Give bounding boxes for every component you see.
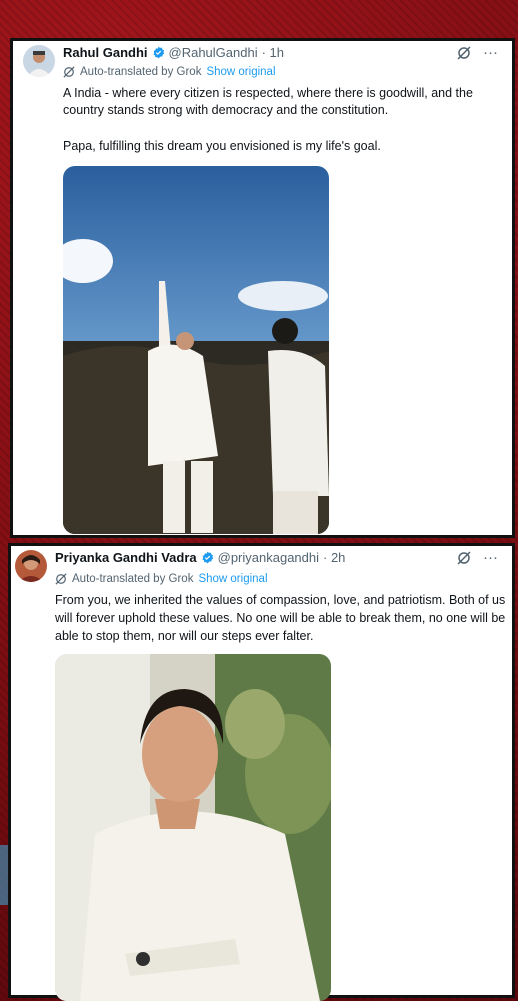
show-original-link[interactable]: Show original [206,66,275,78]
grok-icon[interactable] [457,45,471,60]
handle[interactable]: @priyankagandhi [218,550,319,565]
avatar[interactable] [15,550,47,582]
verified-badge-icon [202,551,213,564]
display-name[interactable]: Rahul Gandhi [63,45,148,60]
auto-translated-label: Auto-translated by Grok [72,573,194,585]
tweet-photo[interactable] [55,654,331,1001]
tweet-card-rahul[interactable]: Rahul Gandhi @RahulGandhi · 1h ··· Auto-… [10,38,515,538]
tweet-text-2: Papa, fulfilling this dream you envision… [63,139,381,153]
display-name[interactable]: Priyanka Gandhi Vadra [55,550,197,565]
more-icon[interactable]: ··· [483,44,498,61]
show-original-link[interactable]: Show original [198,573,267,585]
handle[interactable]: @RahulGandhi [169,45,258,60]
tweet-photo[interactable] [63,166,329,534]
tweet-card-priyanka[interactable]: Priyanka Gandhi Vadra @priyankagandhi · … [8,543,515,1001]
timestamp[interactable]: · 2h [323,550,345,565]
translate-icon [63,66,75,78]
translate-icon [55,573,67,585]
tweet-text: A India - where every citizen is respect… [63,86,473,117]
more-icon[interactable]: ··· [483,549,498,566]
auto-translated-label: Auto-translated by Grok [80,66,202,78]
grok-icon[interactable] [457,550,471,565]
tweet-text: From you, we inherited the values of com… [55,593,506,643]
verified-badge-icon [152,46,164,59]
timestamp[interactable]: · 1h [262,45,284,60]
avatar[interactable] [23,45,55,77]
